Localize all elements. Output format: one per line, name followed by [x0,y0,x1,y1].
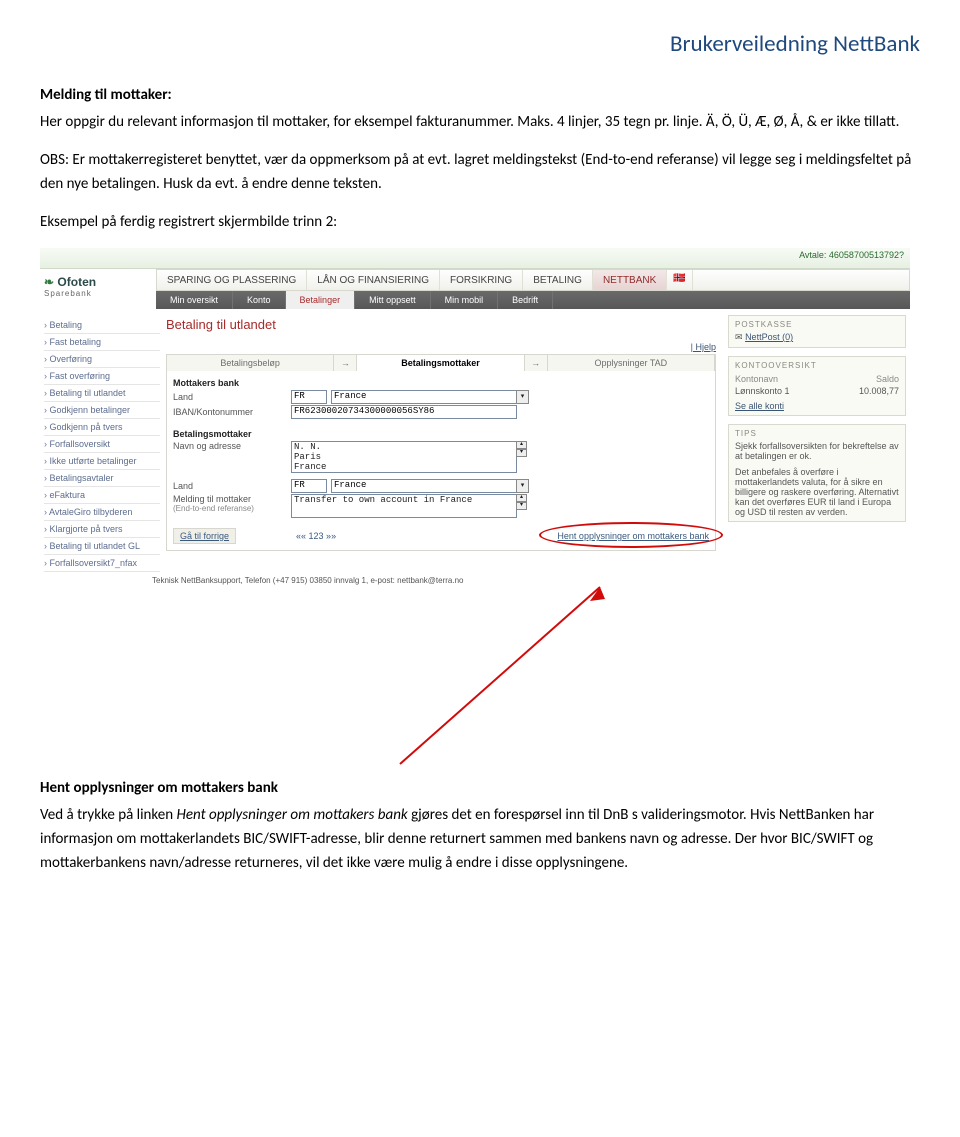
page-title: Betaling til utlandet [166,317,716,332]
nav-flag[interactable]: 🇳🇴 [667,270,692,290]
chevron-down-icon[interactable]: ▾ [516,479,529,493]
label-iban: IBAN/Kontonummer [173,407,291,417]
kontooversikt-title: KONTOOVERSIKT [735,361,899,370]
sidebar-item[interactable]: Forfallsoversikt7_nfax [44,555,160,572]
logo-text: Ofoten [57,275,96,289]
field-iban[interactable]: FR62300020734300000056SY86 [291,405,517,419]
wizard-steps: Betalingsbeløp → Betalingsmottaker → Opp… [166,354,716,371]
sidebar-item[interactable]: Betalingsavtaler [44,470,160,487]
nav-nettbank[interactable]: NETTBANK [593,270,667,290]
subnav-konto[interactable]: Konto [233,291,286,309]
field-land2-code[interactable]: FR [291,479,327,493]
label-melding-text: Melding til mottaker [173,494,251,504]
link-hent-opplysninger[interactable]: Hent opplysninger om mottakers bank [557,531,709,541]
tips-text-1: Sjekk forfallsoversikten for bekreftelse… [735,441,899,461]
account-balance: 10.008,77 [859,386,899,396]
paragraph: Ved å trykke på linken Hent opplysninger… [40,803,920,875]
nettpost-link[interactable]: NettPost (0) [745,332,793,342]
label-melding: Melding til mottaker (End-to-end referan… [173,494,291,513]
heading-melding: Melding til mottaker: [40,86,920,104]
paragraph: Her oppgir du relevant informasjon til m… [40,110,920,134]
field-navn-adresse[interactable]: N. N. Paris France [291,441,517,473]
step-1[interactable]: Betalingsbeløp [167,355,334,371]
sub-nav: Min oversikt Konto Betalinger Mitt oppse… [156,291,910,309]
annotation-arrow [40,579,910,769]
page-123[interactable]: «« 123 »» [296,531,336,541]
paragraph: Eksempel på ferdig registrert skjermbild… [40,210,920,234]
label-land2: Land [173,481,291,491]
logo-subtext: Sparebank [44,289,152,298]
avatar-topbar: Avtale: 46058700513792? [40,248,910,269]
subnav-mitt-oppsett[interactable]: Mitt oppsett [355,291,431,309]
form-heading-bank: Mottakers bank [173,378,709,388]
text-run: Ved å trykke på linken [40,806,177,824]
sidebar-item[interactable]: Godkjenn på tvers [44,419,160,436]
subnav-min-mobil[interactable]: Min mobil [431,291,499,309]
label-melding-sub: (End-to-end referanse) [173,504,291,513]
sidebar-nav: Betaling Fast betaling Overføring Fast o… [40,309,160,572]
document-header: Brukerveiledning NettBank [40,30,920,58]
text-run-italic: Hent opplysninger om mottakers bank [177,806,408,824]
embedded-screenshot: Avtale: 46058700513792? ❧ Ofoten Spareba… [40,248,910,585]
sidebar-item[interactable]: Fast betaling [44,334,160,351]
sidebar-item[interactable]: Forfallsoversikt [44,436,160,453]
kontooversikt-box: KONTOOVERSIKT Kontonavn Saldo Lønnskonto… [728,356,906,416]
form-heading-mottaker: Betalingsmottaker [173,429,709,439]
col-kontonavn: Kontonavn [735,374,778,384]
sidebar-item[interactable]: Betaling [44,317,160,334]
sidebar-item[interactable]: Fast overføring [44,368,160,385]
logo-column: ❧ Ofoten Sparebank [40,269,156,309]
leaf-icon: ❧ [44,275,54,289]
main-nav: SPARING OG PLASSERING LÅN OG FINANSIERIN… [156,269,910,291]
subnav-bedrift[interactable]: Bedrift [498,291,553,309]
prev-button[interactable]: Gå til forrige [173,528,236,544]
bank-logo: ❧ Ofoten Sparebank [44,275,152,298]
col-saldo: Saldo [876,374,899,384]
nav-forsikring[interactable]: FORSIKRING [440,270,523,290]
field-land-code[interactable]: FR [291,390,327,404]
postkasse-box: POSTKASSE ✉ NettPost (0) [728,315,906,348]
mail-icon: ✉ [735,332,743,342]
subnav-min-oversikt[interactable]: Min oversikt [156,291,233,309]
sidebar-item[interactable]: Klargjorte på tvers [44,521,160,538]
label-navn: Navn og adresse [173,441,291,451]
account-name: Lønnskonto 1 [735,386,790,396]
chevron-down-icon[interactable]: ▾ [516,390,529,404]
heading-hent: Hent opplysninger om mottakers bank [40,779,920,797]
nav-sparing[interactable]: SPARING OG PLASSERING [157,270,307,290]
help-link[interactable]: | Hjelp [166,342,716,352]
postkasse-title: POSTKASSE [735,320,899,329]
sidebar-item[interactable]: Betaling til utlandet [44,385,160,402]
form-panel: Betaling til utlandet | Hjelp Betalingsb… [160,309,722,572]
stepper-icon[interactable]: ▴▾ [516,494,527,510]
step-2[interactable]: Betalingsmottaker [357,355,524,371]
sidebar-item[interactable]: eFaktura [44,487,160,504]
paragraph: OBS: Er mottakerregisteret benyttet, vær… [40,148,920,196]
tips-text-2: Det anbefales å overføre i mottakerlande… [735,467,899,517]
step-3[interactable]: Opplysninger TAD [548,355,715,371]
field-land-name[interactable]: France [331,390,517,404]
nav-betaling[interactable]: BETALING [523,270,593,290]
right-sidebar: POSTKASSE ✉ NettPost (0) KONTOOVERSIKT K… [722,309,910,572]
label-land: Land [173,392,291,402]
field-land2-name[interactable]: France [331,479,517,493]
field-melding[interactable]: Transfer to own account in France [291,494,517,518]
tips-title: TIPS [735,429,899,438]
sidebar-item[interactable]: AvtaleGiro tilbyderen [44,504,160,521]
action-bar: Gå til forrige «« 123 »» Hent opplysning… [173,528,709,544]
sidebar-item[interactable]: Godkjenn betalinger [44,402,160,419]
sidebar-item[interactable]: Betaling til utlandet GL [44,538,160,555]
se-alle-link[interactable]: Se alle konti [735,401,784,411]
sidebar-item[interactable]: Ikke utførte betalinger [44,453,160,470]
subnav-betalinger[interactable]: Betalinger [286,291,356,309]
sidebar-item[interactable]: Overføring [44,351,160,368]
tips-box: TIPS Sjekk forfallsoversikten for bekref… [728,424,906,522]
stepper-icon[interactable]: ▴▾ [516,441,527,457]
nav-laan[interactable]: LÅN OG FINANSIERING [307,270,440,290]
